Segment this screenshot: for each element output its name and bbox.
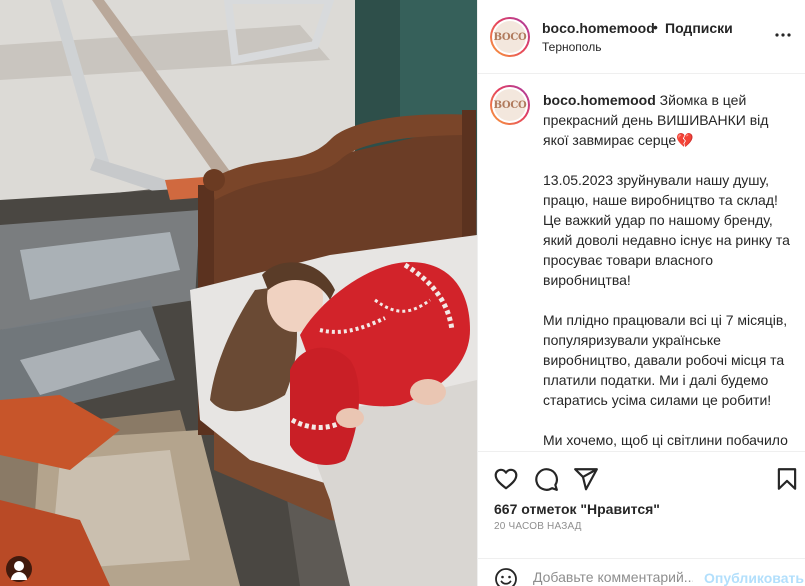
following-button[interactable]: Подписки xyxy=(665,20,733,36)
post-photo-art xyxy=(0,0,477,586)
comment-input[interactable] xyxy=(533,569,693,585)
caption-area[interactable]: BOCO boco.homemood Зйомка в цей прекрасн… xyxy=(478,75,805,451)
bookmark-icon[interactable] xyxy=(774,466,800,492)
caption-avatar[interactable]: BOCO xyxy=(490,85,530,125)
avatar-logo: BOCO xyxy=(494,21,527,53)
comment-bar: Опубликовать xyxy=(478,558,805,586)
caption-username[interactable]: boco.homemood xyxy=(543,92,656,108)
author-avatar[interactable]: BOCO xyxy=(490,17,530,57)
more-horizontal-icon[interactable] xyxy=(774,26,792,44)
broken-heart-emoji: 💔 xyxy=(676,132,694,148)
heart-icon[interactable] xyxy=(493,466,519,492)
header-separator: • xyxy=(653,19,658,35)
post-photo[interactable] xyxy=(0,0,477,586)
caption-paragraph: 13.05.2023 зруйнували нашу душу, працю, … xyxy=(543,172,790,288)
post-timestamp[interactable]: 20 ЧАСОВ НАЗАД xyxy=(494,521,582,532)
share-icon[interactable] xyxy=(573,466,599,492)
likes-count[interactable]: 667 отметок "Нравится" xyxy=(494,501,660,517)
publish-button[interactable]: Опубликовать xyxy=(704,570,804,586)
caption-avatar-logo: BOCO xyxy=(494,89,527,121)
post-header: BOCO boco.homemood • Подписки Тернополь xyxy=(478,0,805,74)
emoji-icon[interactable] xyxy=(494,567,518,586)
post-actions: 667 отметок "Нравится" 20 ЧАСОВ НАЗАД Оп… xyxy=(478,451,805,586)
post-panel: BOCO boco.homemood • Подписки Тернополь … xyxy=(477,0,805,586)
caption-paragraph: Ми хочемо, щоб ці світлини побачило як м… xyxy=(543,432,788,448)
post-caption: boco.homemood Зйомка в цей прекрасний де… xyxy=(543,90,795,451)
tagged-users-icon[interactable] xyxy=(6,556,32,582)
author-username[interactable]: boco.homemood xyxy=(542,20,655,36)
caption-lead: boco.homemood Зйомка в цей прекрасний де… xyxy=(543,90,795,150)
caption-paragraph: Ми плідно працювали всі ці 7 місяців, по… xyxy=(543,312,788,408)
comment-icon[interactable] xyxy=(533,466,559,492)
post-location[interactable]: Тернополь xyxy=(542,40,601,54)
